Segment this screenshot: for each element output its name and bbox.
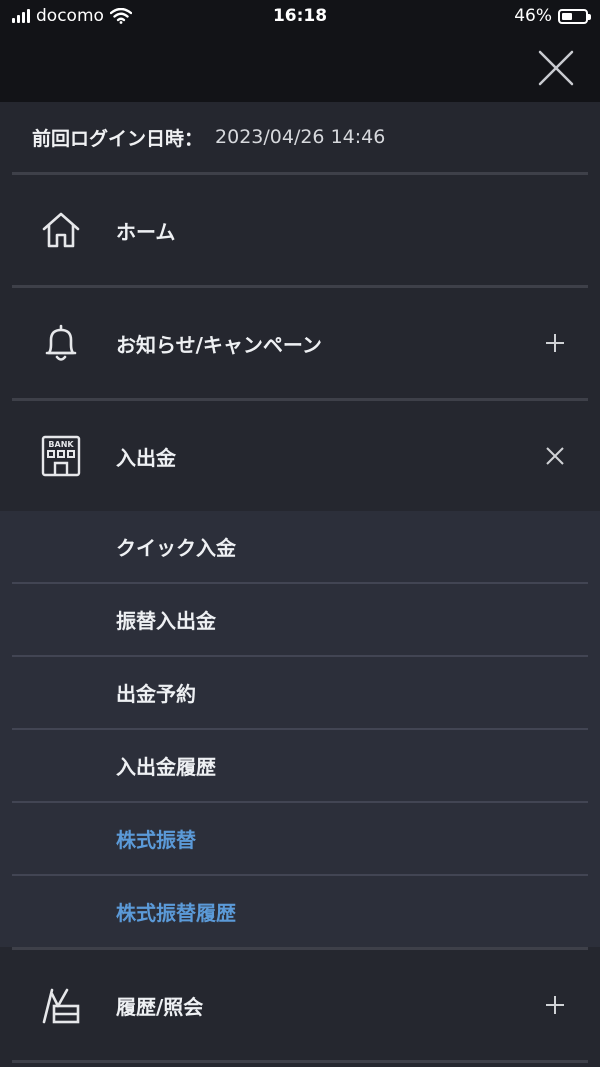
submenu-item-transfer[interactable]: 振替入出金	[0, 584, 600, 655]
menu-item-history-label: 履歴/照会	[116, 994, 204, 1019]
last-login-value: 2023/04/26 14:46	[215, 126, 386, 148]
battery-percent: 46%	[514, 6, 552, 26]
close-icon[interactable]	[534, 46, 578, 90]
home-icon	[42, 212, 80, 248]
deposit-submenu: クイック入金 振替入出金 出金予約 入出金履歴 株式振替 株式振替履歴	[0, 511, 600, 947]
svg-text:BANK: BANK	[48, 440, 74, 449]
clock: 16:18	[272, 6, 328, 26]
plus-icon[interactable]	[544, 332, 566, 354]
battery-icon	[558, 8, 591, 24]
menu-item-news[interactable]: お知らせ/キャンペーン	[0, 288, 600, 398]
submenu-item-stock-transfer-history[interactable]: 株式振替履歴	[0, 876, 600, 947]
side-menu: 前回ログイン日時： 2023/04/26 14:46 ホーム お知らせ/キャンペ…	[0, 102, 600, 1067]
menu-item-history[interactable]: 履歴/照会	[0, 950, 600, 1060]
submenu-item-stock-transfer[interactable]: 株式振替	[0, 803, 600, 874]
menu-item-deposit-label: 入出金	[116, 445, 176, 470]
menu-item-deposit[interactable]: BANK 入出金	[0, 401, 600, 511]
last-login-row: 前回ログイン日時： 2023/04/26 14:46	[0, 102, 600, 172]
close-icon[interactable]	[544, 445, 566, 467]
history-icon	[42, 988, 80, 1024]
menu-item-home[interactable]: ホーム	[0, 175, 600, 285]
status-right: 46%	[514, 6, 591, 26]
bank-icon: BANK	[41, 435, 81, 477]
menu-item-news-label: お知らせ/キャンペーン	[116, 332, 322, 357]
menu-header	[0, 34, 600, 102]
plus-icon[interactable]	[544, 994, 566, 1016]
submenu-item-withdrawal-reservation[interactable]: 出金予約	[0, 657, 600, 728]
last-login-label: 前回ログイン日時：	[32, 127, 204, 150]
bell-icon	[45, 324, 77, 361]
menu-item-home-label: ホーム	[116, 219, 176, 244]
submenu-item-transaction-history[interactable]: 入出金履歴	[0, 730, 600, 801]
status-bar: docomo 16:18 46%	[0, 0, 600, 34]
battery-fill	[562, 12, 573, 20]
submenu-item-quick-deposit[interactable]: クイック入金	[0, 511, 600, 582]
divider	[12, 1060, 588, 1063]
